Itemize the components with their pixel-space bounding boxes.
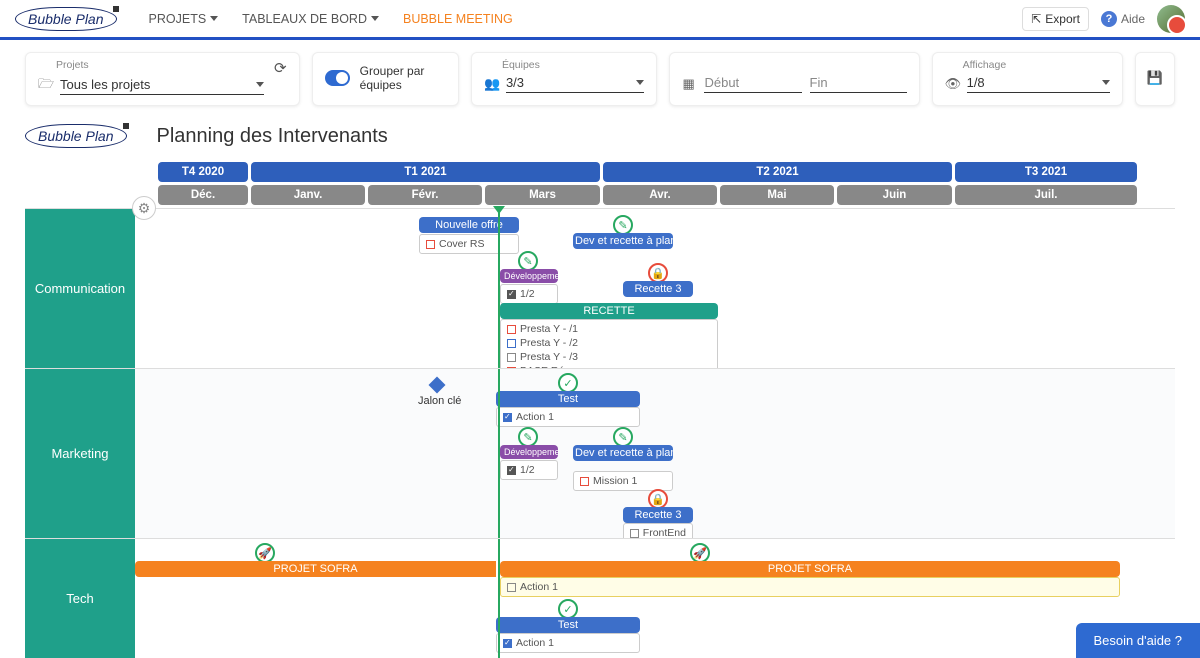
edit-icon[interactable]: ✎ xyxy=(518,251,538,271)
task-bar[interactable]: PROJET SOFRA xyxy=(500,561,1120,577)
group-toggle[interactable] xyxy=(325,70,350,86)
month-cell: Mai xyxy=(720,185,834,205)
milestone-label: Jalon clé xyxy=(418,395,461,407)
filter-projects-label: Projets xyxy=(38,59,264,71)
date-end-input[interactable]: Fin xyxy=(810,75,907,90)
date-start-input[interactable]: Début xyxy=(704,75,801,90)
rocket-icon[interactable]: 🚀 xyxy=(255,543,275,563)
save-icon: 💾 xyxy=(1147,70,1163,86)
help-icon: ? xyxy=(1101,11,1117,27)
lane-label: Marketing xyxy=(25,369,135,538)
task-bar[interactable]: Développement xyxy=(500,269,558,283)
eye-icon: 👁 xyxy=(945,76,959,92)
help-button[interactable]: ?Aide xyxy=(1101,11,1145,27)
task-bar[interactable]: Dev et recette à planifier xyxy=(573,445,673,461)
check-icon[interactable]: ✓ xyxy=(558,373,578,393)
task-sublist[interactable]: Action 1 xyxy=(496,407,640,427)
gantt-logo: Bubble Plan xyxy=(25,124,127,148)
month-cell: Mars xyxy=(485,185,600,205)
filter-view-label: Affichage xyxy=(945,59,1110,71)
task-bar[interactable]: Test xyxy=(496,617,640,633)
month-cell: Janv. xyxy=(251,185,365,205)
task-sublist[interactable]: Action 1 xyxy=(500,577,1120,597)
team-icon: 👥 xyxy=(484,76,498,92)
nav-projects[interactable]: PROJETS xyxy=(137,12,231,26)
nav-meeting[interactable]: BUBBLE MEETING xyxy=(391,12,525,26)
app-logo[interactable]: Bubble Plan xyxy=(15,7,117,31)
page-title: Planning des Intervenants xyxy=(157,125,388,148)
refresh-icon[interactable]: ⟳ xyxy=(274,59,287,77)
lane-marketing: Marketing Jalon clé ✓ Test Action 1 ✎ Dé… xyxy=(25,368,1175,538)
chevron-down-icon xyxy=(371,16,379,21)
top-nav: Bubble Plan PROJETS TABLEAUX DE BORD BUB… xyxy=(0,0,1200,40)
quarter-cell: T4 2020 xyxy=(158,162,248,182)
gear-icon[interactable]: ⚙ xyxy=(132,196,156,220)
folder-icon: 🗁 xyxy=(38,75,52,97)
today-line xyxy=(498,539,500,658)
month-cell: Avr. xyxy=(603,185,717,205)
edit-icon[interactable]: ✎ xyxy=(613,427,633,447)
filter-teams-value: 3/3 xyxy=(506,75,637,90)
chevron-down-icon xyxy=(1102,80,1110,85)
filter-teams-label: Équipes xyxy=(484,59,645,71)
task-sublist[interactable]: Cover RS xyxy=(419,234,519,254)
milestone-icon[interactable] xyxy=(429,377,446,394)
filter-group[interactable]: Grouper par équipes xyxy=(312,52,459,106)
month-cell: Juil. xyxy=(955,185,1137,205)
timeline-months: Déc. Janv. Févr. Mars Avr. Mai Juin Juil… xyxy=(25,185,1175,205)
help-float-button[interactable]: Besoin d'aide ? xyxy=(1076,623,1200,658)
filter-dates[interactable]: ▦ Début Fin xyxy=(669,52,919,106)
filter-projects-value: Tous les projets xyxy=(60,77,256,92)
edit-icon[interactable]: ✎ xyxy=(518,427,538,447)
calendar-icon: ▦ xyxy=(682,76,696,92)
task-bar[interactable]: Recette 3 xyxy=(623,507,693,523)
task-bar[interactable]: Recette 3 xyxy=(623,281,693,297)
task-bar[interactable]: PROJET SOFRA xyxy=(135,561,496,577)
filter-projects[interactable]: Projets 🗁 Tous les projets ⟳ xyxy=(25,52,300,106)
check-icon[interactable]: ✓ xyxy=(558,599,578,619)
lane-label: Tech xyxy=(25,539,135,658)
month-cell: Déc. xyxy=(158,185,248,205)
export-button[interactable]: ⇱Export xyxy=(1022,7,1089,31)
task-sublist[interactable]: 1/2 xyxy=(500,460,558,480)
lane-tech: Tech 🚀 PROJET SOFRA 🚀 PROJET SOFRA Actio… xyxy=(25,538,1175,658)
task-bar[interactable]: Nouvelle offre xyxy=(419,217,519,233)
today-line xyxy=(498,209,500,368)
month-cell: Juin xyxy=(837,185,952,205)
chevron-down-icon xyxy=(256,82,264,87)
task-sublist[interactable]: Mission 1 xyxy=(573,471,673,491)
task-sublist[interactable]: Action 1 xyxy=(496,633,640,653)
quarter-cell: T2 2021 xyxy=(603,162,952,182)
rocket-icon[interactable]: 🚀 xyxy=(690,543,710,563)
gantt-chart: ⚙ T4 2020 T1 2021 T2 2021 T3 2021 Déc. J… xyxy=(25,162,1175,658)
task-sublist[interactable]: 1/2 xyxy=(500,284,558,304)
filter-bar: Projets 🗁 Tous les projets ⟳ Grouper par… xyxy=(0,40,1200,118)
save-button[interactable]: 💾 xyxy=(1135,52,1175,106)
filter-teams[interactable]: Équipes 👥 3/3 xyxy=(471,52,658,106)
filter-view-value: 1/8 xyxy=(967,75,1102,90)
timeline-quarters: T4 2020 T1 2021 T2 2021 T3 2021 xyxy=(25,162,1175,182)
task-bar[interactable]: RECETTE xyxy=(500,303,718,319)
edit-icon[interactable]: ✎ xyxy=(613,215,633,235)
lock-icon[interactable]: 🔒 xyxy=(648,489,668,509)
quarter-cell: T3 2021 xyxy=(955,162,1137,182)
task-bar[interactable]: Développement xyxy=(500,445,558,459)
lock-icon[interactable]: 🔒 xyxy=(648,263,668,283)
chevron-down-icon xyxy=(636,80,644,85)
chevron-down-icon xyxy=(210,16,218,21)
group-label: Grouper par équipes xyxy=(360,64,446,92)
lane-label: Communication xyxy=(25,209,135,368)
quarter-cell: T1 2021 xyxy=(251,162,600,182)
export-icon: ⇱ xyxy=(1031,12,1041,26)
month-cell: Févr. xyxy=(368,185,482,205)
filter-view[interactable]: Affichage 👁 1/8 xyxy=(932,52,1123,106)
lane-communication: Communication Nouvelle offre Cover RS ✎ … xyxy=(25,208,1175,368)
today-line xyxy=(498,369,500,538)
today-marker-icon xyxy=(493,206,505,214)
nav-dashboards[interactable]: TABLEAUX DE BORD xyxy=(230,12,391,26)
task-bar[interactable]: Dev et recette à planifier xyxy=(573,233,673,249)
task-bar[interactable]: Test xyxy=(496,391,640,407)
avatar[interactable] xyxy=(1157,5,1185,33)
